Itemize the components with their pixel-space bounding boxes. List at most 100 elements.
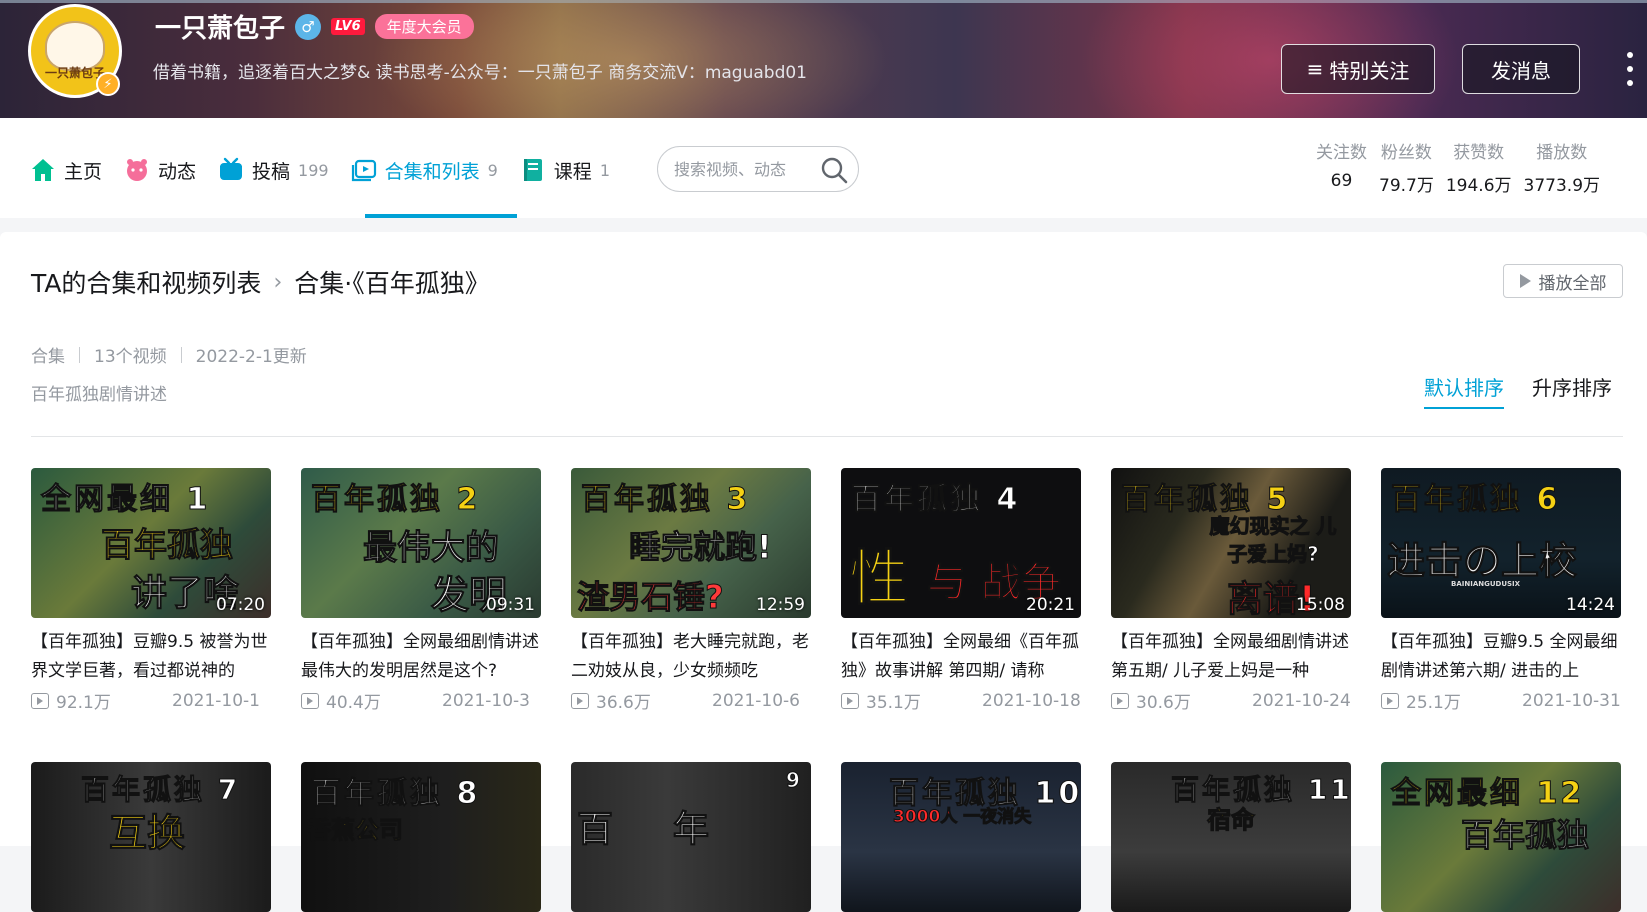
video-duration: 09:31	[486, 595, 535, 615]
view-count: 30.6万	[1136, 693, 1191, 713]
collection-meta: 合集 13个视频 2022-2-1更新	[31, 342, 307, 367]
video-thumbnail[interactable]: 百年孤独 4 性 与 战争 20:21	[841, 468, 1081, 618]
video-thumbnail[interactable]: 全网最细 12 百年孤独	[1381, 762, 1621, 912]
thumb-line-1: 全网最细 12	[1390, 776, 1585, 812]
video-thumbnail[interactable]: 百年孤独 5 魔幻现实之 儿子爱上妈? 离谱! 15:08	[1111, 468, 1351, 618]
publish-date: 2021-10-3	[442, 690, 530, 711]
nav-tabs: 主页 动态 投稿 199 合集和列表 9 课程 1	[30, 150, 632, 190]
search-input[interactable]	[674, 159, 814, 179]
play-all-label: 播放全部	[1538, 273, 1607, 294]
tv-icon	[218, 157, 244, 183]
video-thumbnail[interactable]: 百年孤独 2 最伟大的 发明 09:31	[301, 468, 541, 618]
video-thumbnail[interactable]: 全网最细 1 百年孤独 讲了啥 07:20	[31, 468, 271, 618]
lightning-icon: ⚡	[96, 72, 120, 96]
video-duration: 07:20	[216, 595, 265, 615]
video-card[interactable]: 百年孤独 2 最伟大的 发明 09:31 【百年孤独】全网最细剧情讲述 最伟大的…	[301, 468, 541, 713]
video-thumbnail[interactable]: 百年孤独 11 宿命	[1111, 762, 1351, 912]
vip-badge[interactable]: 年度大会员	[374, 14, 474, 39]
divider	[79, 346, 80, 363]
sort-default[interactable]: 默认排序	[1424, 372, 1504, 409]
play-count-icon	[1111, 692, 1129, 709]
username-row: 一只萧包子 ♂ LV6 年度大会员	[155, 8, 474, 45]
video-thumbnail[interactable]: 9 百年 孤独	[571, 762, 811, 912]
thumb-line-2: 睡完就跑!	[629, 528, 773, 567]
video-title[interactable]: 【百年孤独】豆瓣9.5 被誉为世界文学巨著，看过都说神的	[31, 628, 271, 686]
play-count-icon	[31, 692, 49, 709]
tab-collections[interactable]: 合集和列表 9	[351, 150, 498, 190]
tab-dynamic-label: 动态	[158, 160, 197, 183]
tab-courses-label: 课程	[553, 160, 592, 183]
video-card[interactable]: 百年孤独 4 性 与 战争 20:21 【百年孤独】全网最细《百年孤独》故事讲解…	[841, 468, 1081, 713]
tab-courses-count: 1	[599, 160, 610, 180]
tab-courses[interactable]: 课程 1	[520, 150, 610, 190]
search-icon[interactable]	[820, 156, 848, 184]
stat-fans[interactable]: 粉丝数 79.7万	[1379, 138, 1434, 196]
video-card[interactable]: 百年孤独 8 香蕉公司	[301, 762, 541, 912]
video-card[interactable]: 百年孤独 10 3000人 一夜消失	[841, 762, 1081, 912]
thumb-line-1: 百年孤独 11	[1171, 773, 1351, 807]
video-thumbnail[interactable]: 百年孤独 3 睡完就跑! 渣男石锤? 12:59	[571, 468, 811, 618]
video-card[interactable]: 百年孤独 11 宿命	[1111, 762, 1351, 912]
tab-uploads-count: 199	[298, 160, 329, 180]
user-stats: 关注数 69 粉丝数 79.7万 获赞数 194.6万 播放数 3773.9万	[1316, 138, 1612, 196]
video-thumbnail[interactable]: 百年孤独 7 互换	[31, 762, 271, 912]
play-all-button[interactable]: 播放全部	[1503, 264, 1623, 298]
search-box[interactable]	[657, 146, 859, 192]
thumb-line-2: 宿命	[1207, 806, 1256, 835]
view-count: 92.1万	[56, 693, 111, 713]
book-icon	[520, 157, 546, 183]
play-icon	[1519, 274, 1531, 288]
stat-value: 3773.9万	[1523, 176, 1601, 196]
avatar[interactable]: 一只萧包子 ⚡	[28, 4, 122, 98]
divider	[180, 346, 182, 363]
video-card[interactable]: 全网最细 12 百年孤独	[1381, 762, 1621, 912]
video-meta: 40.4万 2021-10-3	[301, 688, 541, 713]
video-meta: 30.6万 2021-10-24	[1111, 688, 1351, 713]
dynamic-icon	[124, 157, 150, 183]
breadcrumb-current: 合集·《百年孤独》	[294, 269, 490, 298]
video-title[interactable]: 【百年孤独】豆瓣9.5 全网最细 剧情讲述第六期/ 进击的上	[1381, 628, 1621, 686]
video-count: 13个视频	[94, 347, 167, 367]
video-thumbnail[interactable]: 百年孤独 6 进击の上校 BAINIANGUDUSIX 14:24	[1381, 468, 1621, 618]
view-count: 35.1万	[866, 693, 921, 713]
username: 一只萧包子	[155, 14, 286, 44]
breadcrumb-root[interactable]: TA的合集和视频列表	[31, 264, 261, 300]
stat-following[interactable]: 关注数 69	[1316, 138, 1367, 196]
more-options-icon[interactable]	[1620, 52, 1640, 86]
thumb-line-2: 百年孤独	[1460, 816, 1590, 855]
chevron-right-icon: ›	[273, 269, 283, 295]
male-gender-icon: ♂	[295, 13, 322, 40]
video-title[interactable]: 【百年孤独】全网最细剧情讲述 第五期/ 儿子爱上妈是一种	[1111, 628, 1351, 686]
video-title[interactable]: 【百年孤独】全网最细《百年孤独》故事讲解 第四期/ 请称	[841, 628, 1081, 686]
sort-ascending[interactable]: 升序排序	[1532, 372, 1612, 409]
thumb-line-1: 百年孤独 8	[310, 776, 481, 812]
video-meta: 36.6万 2021-10-6	[571, 688, 811, 713]
thumb-line-1: 全网最细 1	[40, 482, 211, 518]
thumb-line-2: 进击の上校	[1386, 539, 1578, 584]
video-card[interactable]: 百年孤独 6 进击の上校 BAINIANGUDUSIX 14:24 【百年孤独】…	[1381, 468, 1621, 713]
video-card[interactable]: 9 百年 孤独	[571, 762, 811, 912]
video-card[interactable]: 百年孤独 5 魔幻现实之 儿子爱上妈? 离谱! 15:08 【百年孤独】全网最细…	[1111, 468, 1351, 713]
video-thumbnail[interactable]: 百年孤独 10 3000人 一夜消失	[841, 762, 1081, 912]
play-count-icon	[301, 692, 319, 709]
profile-nav-bar: 主页 动态 投稿 199 合集和列表 9 课程 1 搜索视频、动态 关注数 69…	[0, 118, 1647, 218]
play-count-icon	[571, 692, 589, 709]
stat-label: 获赞数	[1453, 143, 1505, 163]
tab-uploads[interactable]: 投稿 199	[218, 150, 329, 190]
thumb-line-2: 香蕉公司	[307, 816, 404, 845]
level-badge: LV6	[331, 18, 365, 35]
video-card[interactable]: 全网最细 1 百年孤独 讲了啥 07:20 【百年孤独】豆瓣9.5 被誉为世界文…	[31, 468, 271, 713]
tab-dynamic[interactable]: 动态	[124, 150, 196, 190]
thumb-line-3: BAINIANGUDUSIX	[1451, 580, 1521, 588]
stat-plays: 播放数 3773.9万	[1524, 138, 1600, 196]
publish-date: 2021-10-18	[982, 690, 1081, 711]
video-card[interactable]: 百年孤独 7 互换	[31, 762, 271, 912]
video-card[interactable]: 百年孤独 3 睡完就跑! 渣男石锤? 12:59 【百年孤独】老大睡完就跑，老二…	[571, 468, 811, 713]
video-title[interactable]: 【百年孤独】全网最细剧情讲述 最伟大的发明居然是这个?	[301, 628, 541, 686]
video-title[interactable]: 【百年孤独】老大睡完就跑，老二劝妓从良，少女频频吃	[571, 628, 811, 686]
video-thumbnail[interactable]: 百年孤独 8 香蕉公司	[301, 762, 541, 912]
special-follow-button[interactable]: ≡ 特别关注	[1281, 44, 1435, 94]
play-count-icon	[1381, 692, 1399, 709]
send-message-button[interactable]: 发消息	[1462, 44, 1580, 94]
tab-home[interactable]: 主页	[30, 150, 102, 190]
